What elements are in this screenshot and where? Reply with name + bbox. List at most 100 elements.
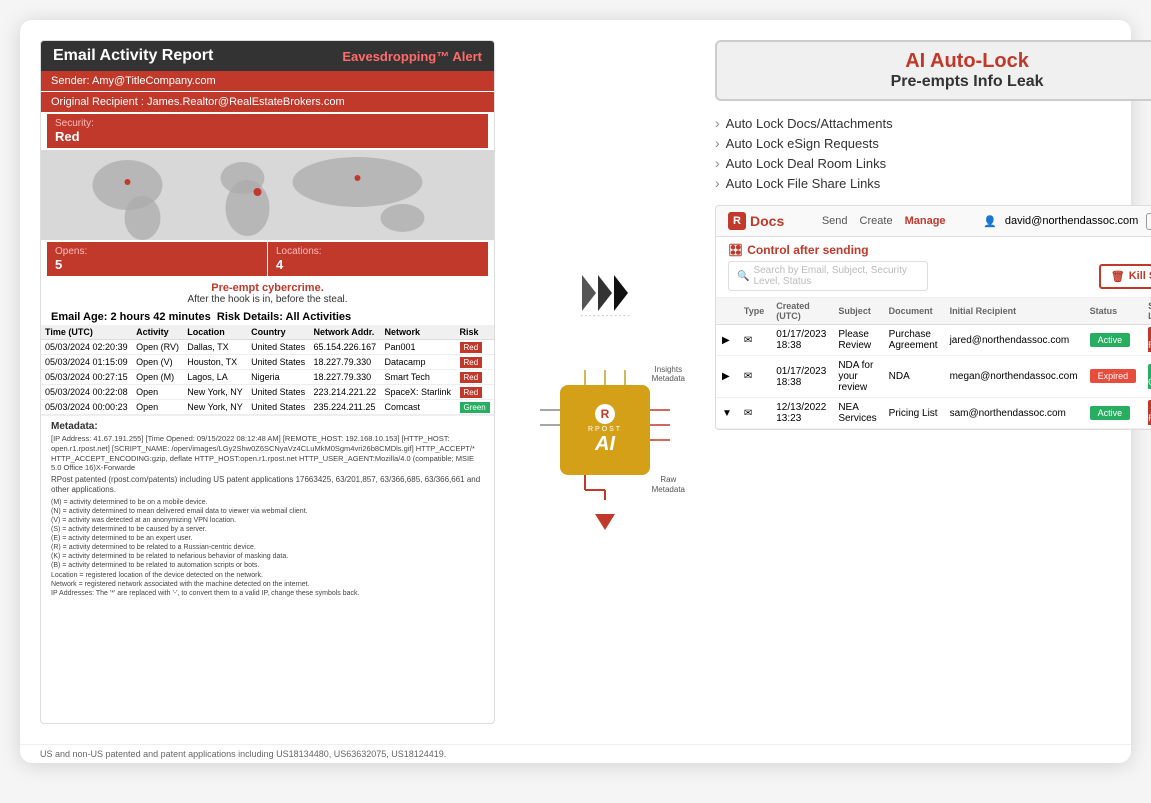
kill-selected-main-button[interactable]: 🗑 Kill Selected bbox=[1099, 264, 1151, 289]
feature-item-2: › Auto Lock eSign Requests bbox=[715, 135, 1151, 151]
ai-chip-wrapper: R RPOST AI Insights Metadata Raw Metadat… bbox=[535, 360, 675, 500]
table-cell: Dallas, TX bbox=[183, 340, 247, 355]
table-cell: Red bbox=[456, 385, 495, 400]
rdocs-user: 👤 david@northendassoc.com ⊕ Logout bbox=[983, 213, 1151, 230]
table-cell: 18.227.79.330 bbox=[310, 370, 381, 385]
row-document: Purchase Agreement bbox=[883, 325, 944, 356]
table-cell: Lagos, LA bbox=[183, 370, 247, 385]
col-status: Status bbox=[1084, 298, 1143, 325]
col-time: Time (UTC) bbox=[41, 325, 132, 340]
rdocs-table-row: ▼✉12/13/2022 13:23NEA ServicesPricing Li… bbox=[716, 398, 1151, 429]
row-created: 01/17/2023 18:38 bbox=[770, 325, 832, 356]
footer-text: US and non-US patented and patent applic… bbox=[40, 749, 446, 759]
table-cell: New York, NY bbox=[183, 385, 247, 400]
email-report-title: Email Activity Report bbox=[53, 47, 213, 65]
metadata-text: [IP Address: 41.67.191.255] [Time Opened… bbox=[51, 434, 484, 473]
sender-value: Amy@TitleCompany.com bbox=[92, 75, 216, 87]
feature-item-4: › Auto Lock File Share Links bbox=[715, 175, 1151, 191]
activity-tbody: 05/03/2024 02:20:39Open (RV)Dallas, TX Un… bbox=[41, 340, 494, 415]
risk-badge: Red bbox=[460, 357, 483, 368]
dashed-line-indicator: - - - - - - - - - - - - bbox=[580, 313, 629, 320]
email-report-header: Email Activity Report Eavesdropping™ Ale… bbox=[41, 41, 494, 71]
col-type: Type bbox=[738, 298, 770, 325]
auto-lock-subtitle: Pre-empts Info Leak bbox=[733, 73, 1151, 91]
security-label: Security: bbox=[55, 118, 480, 129]
bottom-footer: US and non-US patented and patent applic… bbox=[20, 744, 1131, 763]
nav-manage[interactable]: Manage bbox=[905, 215, 946, 227]
chip-ai-label: AI bbox=[595, 433, 615, 456]
insights-label: Insights Metadata bbox=[652, 365, 685, 384]
right-panel: AI Auto-Lock Pre-empts Info Leak › Auto … bbox=[715, 40, 1151, 724]
auto-lock-title: AI Auto-Lock bbox=[733, 50, 1151, 73]
main-container: Email Activity Report Eavesdropping™ Ale… bbox=[20, 20, 1131, 763]
table-cell: 05/03/2024 02:20:39 bbox=[41, 340, 132, 355]
chevron-1 bbox=[582, 275, 596, 311]
locations-value: 4 bbox=[276, 257, 480, 272]
arrows-section: - - - - - - - - - - - - bbox=[580, 275, 629, 320]
row-expand[interactable]: ▼ bbox=[716, 398, 738, 429]
col-activity: Activity bbox=[132, 325, 183, 340]
table-cell: United States bbox=[247, 400, 309, 415]
rdocs-header-row: Type Created (UTC) Subject Document Init… bbox=[716, 298, 1151, 325]
row-status: Active bbox=[1084, 398, 1143, 429]
red-arrow-down bbox=[595, 514, 615, 530]
table-cell: Pan001 bbox=[381, 340, 456, 355]
user-icon: 👤 bbox=[983, 215, 997, 228]
row-subject: NDA for your review bbox=[832, 356, 882, 398]
table-cell: SpaceX: Starlink bbox=[381, 385, 456, 400]
locations-label: Locations: bbox=[276, 246, 480, 257]
ai-chip: R RPOST AI bbox=[560, 385, 650, 475]
email-age: Email Age: 2 hours 42 minutes bbox=[51, 311, 211, 323]
table-cell: United States bbox=[247, 385, 309, 400]
row-document: NDA bbox=[883, 356, 944, 398]
col-network-addr: Network Addr. bbox=[310, 325, 381, 340]
row-expand[interactable]: ▶ bbox=[716, 356, 738, 398]
col-subject: Subject bbox=[832, 298, 882, 325]
table-cell: 05/03/2024 00:00:23 bbox=[41, 400, 132, 415]
table-cell: 65.154.226.167 bbox=[310, 340, 381, 355]
table-cell: Open (V) bbox=[132, 355, 183, 370]
table-row: 05/03/2024 01:15:09Open (V)Houston, TXUn… bbox=[41, 355, 494, 370]
rdocs-nav: Send Create Manage bbox=[822, 215, 946, 227]
table-cell: Smart Tech bbox=[381, 370, 456, 385]
nav-create[interactable]: Create bbox=[860, 215, 893, 227]
table-cell: Nigeria bbox=[247, 370, 309, 385]
metadata-header: Metadata: bbox=[51, 420, 484, 434]
table-cell: Red bbox=[456, 340, 495, 355]
search-box[interactable]: 🔍 Search by Email, Subject, Security Lev… bbox=[728, 261, 928, 291]
risk-details-header: Email Age: 2 hours 42 minutes Risk Detai… bbox=[41, 309, 494, 325]
row-expand[interactable]: ▶ bbox=[716, 325, 738, 356]
email-icon: ✉ bbox=[744, 335, 752, 346]
table-cell: Open (RV) bbox=[132, 340, 183, 355]
opens-label: Opens: bbox=[55, 246, 259, 257]
col-risk: Risk bbox=[456, 325, 495, 340]
risk-details: Risk Details: All Activities bbox=[217, 311, 351, 323]
table-row: 05/03/2024 00:27:15Open (M)Lagos, LANige… bbox=[41, 370, 494, 385]
chevron-3 bbox=[614, 275, 628, 311]
kill-selected-label: Kill Selected bbox=[1129, 270, 1151, 282]
nav-send[interactable]: Send bbox=[822, 215, 848, 227]
row-subject: Please Review bbox=[832, 325, 882, 356]
col-created: Created (UTC) bbox=[770, 298, 832, 325]
bullet-1: › bbox=[715, 115, 720, 131]
logout-button[interactable]: ⊕ Logout bbox=[1146, 213, 1151, 230]
table-cell: Open bbox=[132, 385, 183, 400]
preempt-line1: Pre-empt cybercrime. bbox=[45, 282, 490, 294]
email-report-panel: Email Activity Report Eavesdropping™ Ale… bbox=[40, 40, 495, 724]
chevron-2 bbox=[598, 275, 612, 311]
status-badge: Active bbox=[1090, 406, 1131, 420]
rdocs-logo-text: Docs bbox=[750, 213, 784, 229]
control-icon: 🎛 bbox=[728, 243, 743, 257]
feature-label-2: Auto Lock eSign Requests bbox=[726, 136, 879, 151]
rdocs-table: Type Created (UTC) Subject Document Init… bbox=[716, 298, 1151, 429]
email-icon: ✉ bbox=[744, 371, 752, 382]
control-section: 🎛 Control after sending 🔍 Search by Emai… bbox=[716, 237, 1151, 298]
col-country: Country bbox=[247, 325, 309, 340]
activity-table: Time (UTC) Activity Location Country Net… bbox=[41, 325, 494, 415]
kill-icon: 🗑 bbox=[1111, 270, 1125, 283]
feature-item-1: › Auto Lock Docs/Attachments bbox=[715, 115, 1151, 131]
row-security: Track Readership bbox=[1142, 398, 1151, 429]
rdocs-logo: R Docs bbox=[728, 212, 784, 230]
rdocs-r-letter: R bbox=[733, 215, 741, 227]
col-network: Network bbox=[381, 325, 456, 340]
